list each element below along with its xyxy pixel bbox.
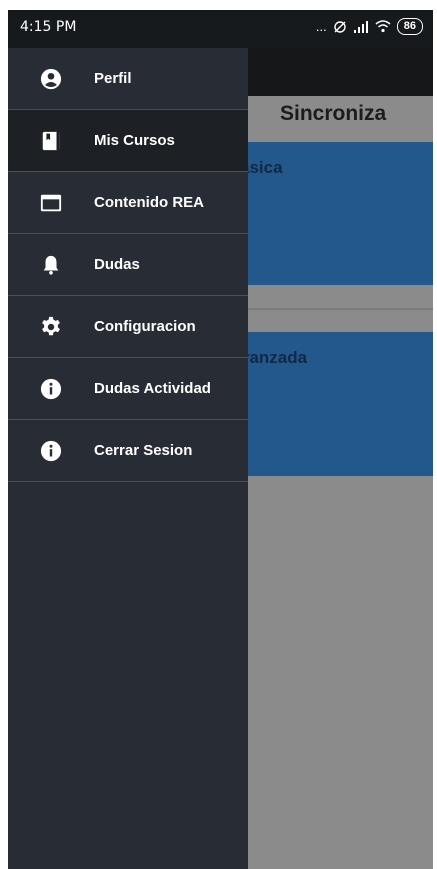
drawer-item-dudas-actividad[interactable]: Dudas Actividad — [8, 358, 248, 420]
drawer-item-label: Dudas Actividad — [94, 380, 211, 397]
window-icon — [8, 192, 94, 214]
course-card[interactable]: vanzada go — [232, 332, 433, 476]
info-icon — [8, 440, 94, 462]
navigation-drawer: Perfil Mis Cursos Contenido REA Dudas Co… — [8, 48, 248, 869]
gear-icon — [8, 316, 94, 338]
wifi-icon — [375, 20, 391, 33]
drawer-item-label: Perfil — [94, 70, 132, 87]
status-time: 4:15 PM — [20, 19, 77, 35]
drawer-item-contenido-rea[interactable]: Contenido REA — [8, 172, 248, 234]
drawer-item-configuracion[interactable]: Configuracion — [8, 296, 248, 358]
book-icon — [8, 130, 94, 152]
more-dots-icon: ... — [315, 19, 327, 34]
course-card[interactable]: asica go — [232, 142, 433, 285]
status-bar: 4:15 PM ... 86 — [8, 10, 433, 48]
drawer-item-cerrar-sesion[interactable]: Cerrar Sesion — [8, 420, 248, 482]
drawer-item-perfil[interactable]: Perfil — [8, 48, 248, 110]
account-circle-icon — [8, 68, 94, 90]
phone-screen: 4:15 PM ... 86 Sincroniza asica go vanza… — [8, 10, 433, 869]
course-card-title: vanzada — [240, 348, 308, 367]
battery-indicator: 86 — [396, 18, 423, 35]
page-title: Sincroniza — [280, 102, 387, 125]
drawer-item-label: Configuracion — [94, 318, 196, 335]
status-icons: ... 86 — [316, 18, 423, 35]
drawer-item-label: Contenido REA — [94, 194, 204, 211]
alarm-off-icon — [334, 20, 346, 33]
signal-icon — [353, 20, 368, 33]
bell-icon — [8, 254, 94, 276]
drawer-item-label: Dudas — [94, 256, 140, 273]
card-divider — [232, 308, 433, 310]
drawer-item-label: Mis Cursos — [94, 132, 175, 149]
drawer-menu: Perfil Mis Cursos Contenido REA Dudas Co… — [8, 48, 248, 482]
drawer-item-label: Cerrar Sesion — [94, 442, 193, 459]
drawer-item-dudas[interactable]: Dudas — [8, 234, 248, 296]
info-icon — [8, 378, 94, 400]
drawer-item-mis-cursos[interactable]: Mis Cursos — [8, 110, 248, 172]
